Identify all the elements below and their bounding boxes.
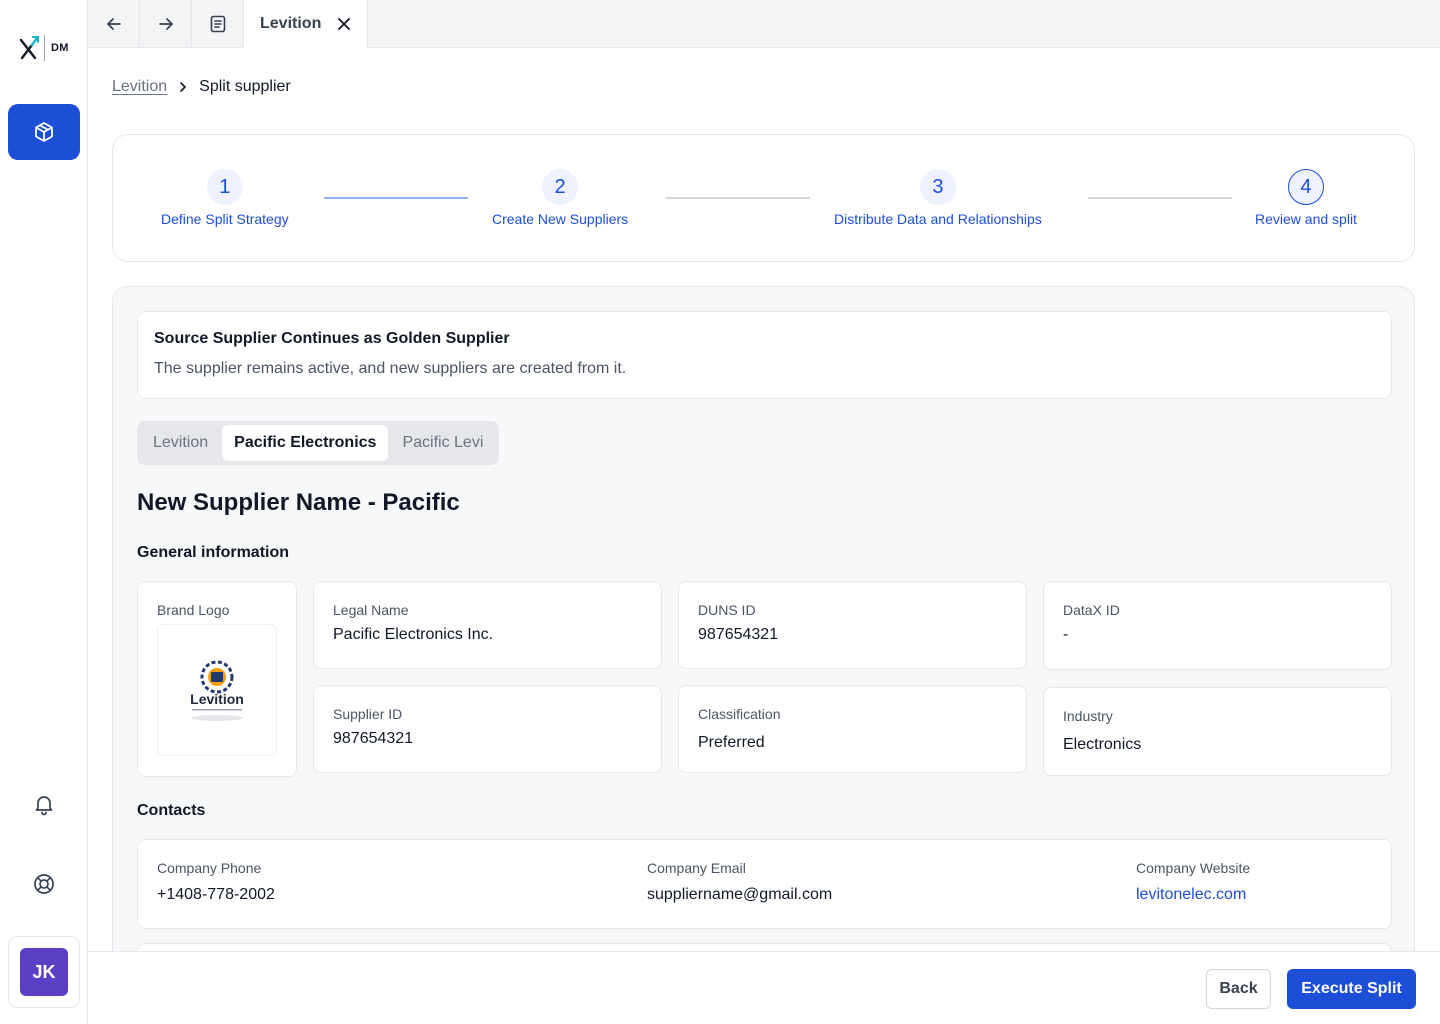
arrow-right-icon — [158, 18, 173, 30]
classification-card: Classification Preferred — [678, 685, 1027, 773]
breadcrumb-current: Split supplier — [199, 78, 291, 95]
step-number: 4 — [1287, 169, 1324, 205]
step-create-new-suppliers[interactable]: 2 Create New Suppliers — [492, 169, 628, 227]
cube-icon — [35, 122, 53, 142]
industry-label: Industry — [1063, 708, 1113, 724]
logo-divider — [44, 35, 45, 61]
company-email: Company Email suppliername@gmail.com — [647, 860, 832, 904]
step-label: Review and split — [1255, 211, 1357, 227]
close-icon[interactable] — [337, 17, 351, 31]
user-menu[interactable]: JK — [8, 936, 80, 1008]
notifications-button[interactable] — [30, 790, 58, 818]
duns-id-value: 987654321 — [698, 626, 779, 643]
supplier-id-card: Supplier ID 987654321 — [313, 685, 662, 773]
supplier-tab-pacific-levi[interactable]: Pacific Levi — [390, 425, 495, 461]
step-define-split-strategy[interactable]: 1 Define Split Strategy — [161, 169, 289, 227]
brand-logo-text: Levition — [190, 691, 244, 707]
document-icon — [210, 15, 225, 33]
x-logo-icon — [19, 36, 39, 60]
step-review-and-split[interactable]: 4 Review and split — [1255, 169, 1357, 227]
legal-name-card: Legal Name Pacific Electronics Inc. — [313, 581, 662, 669]
step-label: Create New Suppliers — [492, 211, 629, 227]
industry-card: Industry Electronics — [1043, 687, 1392, 776]
suppliers-nav-button[interactable] — [8, 104, 80, 160]
legal-name-label: Legal Name — [333, 602, 409, 618]
supplier-id-label: Supplier ID — [333, 706, 403, 722]
legal-name-value: Pacific Electronics Inc. — [333, 626, 494, 643]
breadcrumb-link-levition[interactable]: Levition — [112, 78, 167, 96]
brand-logo-image: Levition — [157, 624, 277, 756]
company-phone-value: +1408-778-2002 — [157, 886, 275, 903]
duns-id-card: DUNS ID 987654321 — [678, 581, 1027, 669]
tab-levition[interactable]: Levition — [244, 0, 369, 48]
top-tab-bar: Levition — [88, 0, 1440, 48]
contacts-heading: Contacts — [137, 802, 206, 819]
company-website-link[interactable]: levitonelec.com — [1136, 886, 1250, 904]
breadcrumb: Levition Split supplier — [112, 78, 291, 96]
company-phone: Company Phone +1408-778-2002 — [157, 860, 275, 904]
supplier-tab-levition[interactable]: Levition — [141, 425, 220, 461]
bell-icon — [35, 796, 53, 816]
classification-label: Classification — [698, 706, 781, 722]
company-phone-label: Company Phone — [157, 860, 262, 876]
split-stepper: 1 Define Split Strategy 2 Create New Sup… — [112, 134, 1415, 262]
datax-id-card: DataX ID - — [1043, 581, 1392, 670]
step-label: Define Split Strategy — [161, 211, 289, 227]
classification-value: Preferred — [698, 734, 765, 751]
step-connector — [324, 197, 468, 199]
step-label: Distribute Data and Relationships — [834, 211, 1042, 227]
tab-label: Levition — [260, 15, 322, 32]
contacts-card: Company Phone +1408-778-2002 Company Ema… — [137, 839, 1392, 929]
strategy-description: The supplier remains active, and new sup… — [154, 360, 627, 377]
step-number: 1 — [206, 169, 243, 205]
avatar: JK — [20, 948, 68, 996]
arrow-left-icon — [106, 18, 121, 30]
document-nav-button[interactable] — [192, 0, 244, 48]
company-email-label: Company Email — [647, 860, 746, 876]
industry-value: Electronics — [1063, 736, 1142, 753]
company-website: Company Website levitonelec.com — [1136, 860, 1250, 904]
footer-actions: Back Execute Split — [88, 951, 1440, 1024]
datax-id-value: - — [1063, 626, 1069, 643]
left-rail: DM JK — [0, 0, 88, 1024]
back-button[interactable]: Back — [1206, 969, 1271, 1009]
execute-split-button[interactable]: Execute Split — [1287, 969, 1416, 1009]
step-number: 2 — [542, 169, 579, 205]
brand-logo-label: Brand Logo — [157, 602, 230, 618]
company-website-label: Company Website — [1136, 860, 1251, 876]
datax-id-label: DataX ID — [1063, 602, 1120, 618]
strategy-title: Source Supplier Continues as Golden Supp… — [154, 330, 510, 347]
duns-id-label: DUNS ID — [698, 602, 756, 618]
supplier-tab-pacific-electronics[interactable]: Pacific Electronics — [222, 425, 389, 461]
app-logo[interactable]: DM — [18, 34, 74, 62]
chevron-right-icon — [180, 82, 186, 92]
back-nav-button[interactable] — [88, 0, 140, 48]
step-number: 3 — [919, 169, 956, 205]
brand-logo-card: Brand Logo Levition — [137, 581, 297, 777]
step-connector — [1088, 197, 1232, 199]
company-email-value: suppliername@gmail.com — [647, 886, 833, 903]
step-distribute-data[interactable]: 3 Distribute Data and Relationships — [834, 169, 1042, 227]
step-connector — [666, 197, 810, 199]
strategy-summary: Source Supplier Continues as Golden Supp… — [137, 311, 1392, 399]
levition-logo-icon: Levition — [190, 660, 244, 721]
logo-text: DM — [51, 42, 69, 54]
supplier-tabs: Levition Pacific Electronics Pacific Lev… — [137, 421, 500, 465]
lifebuoy-icon — [34, 874, 54, 894]
general-information-heading: General information — [137, 544, 290, 561]
supplier-title: New Supplier Name - Pacific — [137, 489, 460, 516]
review-panel: Source Supplier Continues as Golden Supp… — [112, 286, 1415, 986]
supplier-id-value: 987654321 — [333, 730, 414, 747]
forward-nav-button[interactable] — [140, 0, 192, 48]
help-button[interactable] — [30, 870, 58, 898]
